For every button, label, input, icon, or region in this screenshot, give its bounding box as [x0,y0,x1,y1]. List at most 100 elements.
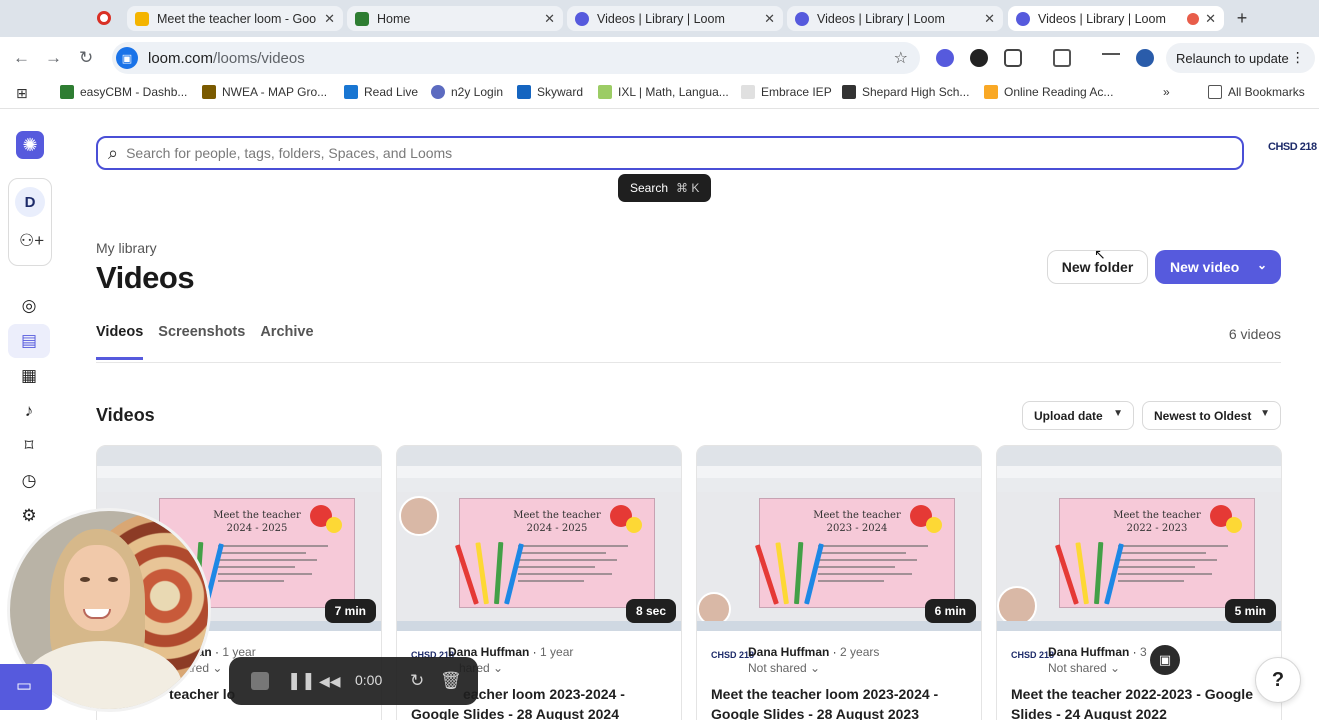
chevron-down-icon[interactable]: ⌄ [1257,258,1267,272]
recording-timer: 0:00 [355,672,383,688]
restart-icon[interactable]: ↻ [410,670,424,692]
video-owner[interactable]: Dana Huffman [748,645,829,659]
notifications-bell-icon[interactable]: ♪ [18,400,40,422]
bookmark-favicon [344,85,358,99]
browser-tab-1[interactable]: Meet the teacher loom - Goo ✕ [127,6,343,31]
video-thumbnail[interactable]: Meet the teacher 2023 - 2024 6 min [697,446,981,631]
bookmark-nwea[interactable]: NWEA - MAP Gro... [202,85,327,99]
video-title[interactable]: Meet the teacher 2022-2023 - Google Slid… [1011,684,1273,720]
presenter-bubble [997,586,1037,626]
bookmark-favicon [431,85,445,99]
classroom-icon [355,11,369,26]
tab-screenshots[interactable]: Screenshots [158,324,245,360]
screenshot-capture-icon[interactable]: ▣ [1150,645,1180,675]
bookmark-read-live[interactable]: Read Live [344,85,418,99]
video-duration: 6 min [924,599,976,623]
tab-videos[interactable]: Videos [96,324,144,360]
back-icon[interactable]: ← [13,48,30,68]
browser-tab-5-active[interactable]: Videos | Library | Loom ✕ [1008,6,1224,31]
video-count: 6 videos [1228,326,1281,342]
tabs-divider [96,362,1281,363]
new-tab-button[interactable]: + [1231,8,1253,30]
global-search-box[interactable]: ⌕ [96,136,1244,170]
video-card-4[interactable]: Meet the teacher 2022 - 2023 5 min CHSD 2… [996,445,1282,720]
bookmarks-bar: ⊞ easyCBM - Dashb... NWEA - MAP Gro... R… [0,79,1319,109]
pencils-illustration [754,539,824,605]
organization-logo: CHSD 218 [1268,141,1317,153]
slide-preview: Meet the teacher 2024 - 2025 [454,498,655,608]
loom-extension-icon[interactable] [936,49,954,67]
bookmark-icon[interactable]: ⌑ [18,435,40,457]
rewind-icon[interactable]: ◀◀ [319,670,341,692]
browser-tab-2[interactable]: Home ✕ [347,6,563,31]
new-video-button[interactable]: New video ⌄ [1155,250,1281,284]
video-age: 2 years [840,645,880,659]
breadcrumb[interactable]: My library [96,240,157,256]
media-controls-icon[interactable] [1102,53,1120,63]
browser-tab-4[interactable]: Videos | Library | Loom ✕ [787,6,1003,31]
apps-grid-icon[interactable]: ⊞ [16,85,28,102]
video-owner[interactable]: Dana Huffman [1048,645,1129,659]
library-icon[interactable]: ▤ [18,330,40,352]
workspace-avatar[interactable]: D [15,187,45,217]
bookmark-easycbm[interactable]: easyCBM - Dashb... [60,85,187,99]
bookmark-favicon [842,85,856,99]
bookmark-favicon [741,85,755,99]
chevron-down-icon: ▼ [1260,408,1270,419]
bookmark-n2y[interactable]: n2y Login [431,85,503,99]
relaunch-to-update-button[interactable]: Relaunch to update ⋮ [1166,43,1315,73]
puzzle-extensions-icon[interactable] [1004,49,1022,67]
bookmark-star-icon[interactable]: ☆ [894,48,908,68]
tab-archive[interactable]: Archive [260,324,313,360]
share-status-dropdown[interactable]: Not shared ⌄ [748,661,820,675]
close-tab-icon[interactable]: ✕ [1205,11,1216,27]
bookmark-skyward[interactable]: Skyward [517,85,583,99]
google-slides-icon [135,11,149,26]
video-thumbnail[interactable]: Meet the teacher 2024 - 2025 8 sec [397,446,681,631]
share-status-dropdown[interactable]: Not shared ⌄ [1048,661,1120,675]
trash-icon[interactable]: 🗑 [440,670,462,692]
sort-field-dropdown[interactable]: Upload date ▼ [1022,401,1134,430]
close-tab-icon[interactable]: ✕ [764,11,775,27]
extension-icon[interactable] [970,49,988,67]
reload-icon[interactable]: ↻ [79,48,93,68]
loom-logo-icon[interactable]: ✺ [16,131,44,159]
profile-icon[interactable]: ◎ [18,295,40,317]
more-bookmarks-chevron-icon[interactable]: » [1163,85,1170,99]
history-clock-icon[interactable]: ◷ [18,470,40,492]
pencils-illustration [1054,539,1124,605]
sort-order-dropdown[interactable]: Newest to Oldest ▼ [1142,401,1281,430]
video-thumbnail[interactable]: Meet the teacher 2022 - 2023 5 min [997,446,1281,631]
video-card-3[interactable]: Meet the teacher 2023 - 2024 6 min CHSD 2… [696,445,982,720]
profile-avatar[interactable] [1136,49,1154,67]
chevron-down-icon: ▼ [1113,408,1123,419]
settings-gear-icon[interactable]: ⚙ [18,505,40,527]
video-age: 3 [1140,645,1147,659]
pause-icon[interactable]: ❚❚ [287,670,316,692]
bookmark-online-reading[interactable]: Online Reading Ac... [984,85,1113,99]
stop-recording-button[interactable] [251,672,269,690]
video-duration: 5 min [1224,599,1276,623]
bookmark-ixl[interactable]: IXL | Math, Langua... [598,85,729,99]
all-bookmarks-folder[interactable]: All Bookmarks [1208,85,1305,99]
close-tab-icon[interactable]: ✕ [984,11,995,27]
address-bar[interactable]: ▣ loom.com/looms/videos ☆ [112,42,920,74]
site-info-icon[interactable]: ▣ [116,47,138,69]
close-tab-icon[interactable]: ✕ [544,11,555,27]
video-title[interactable]: Meet the teacher loom 2023-2024 - Google… [711,684,973,720]
screen-share-icon[interactable] [1053,49,1071,67]
help-button[interactable]: ? [1255,657,1301,703]
bookmark-embrace-iep[interactable]: Embrace IEP [741,85,832,99]
search-input[interactable] [126,145,1187,161]
workspace-switcher: D ⚇+ [8,178,52,266]
browser-tab-3[interactable]: Videos | Library | Loom ✕ [567,6,783,31]
bookmark-shepard-high[interactable]: Shepard High Sch... [842,85,969,99]
invite-user-icon[interactable]: ⚇+ [19,231,44,251]
browser-menu-icon[interactable]: ⋮ [1291,49,1305,66]
calendar-icon[interactable]: ▦ [18,365,40,387]
camera-toggle-button[interactable]: ▭ [0,664,52,710]
video-age: 1 year [540,645,574,659]
forward-icon[interactable]: → [45,48,62,68]
search-tooltip: Search ⌘ K [618,174,712,202]
close-tab-icon[interactable]: ✕ [324,11,335,27]
